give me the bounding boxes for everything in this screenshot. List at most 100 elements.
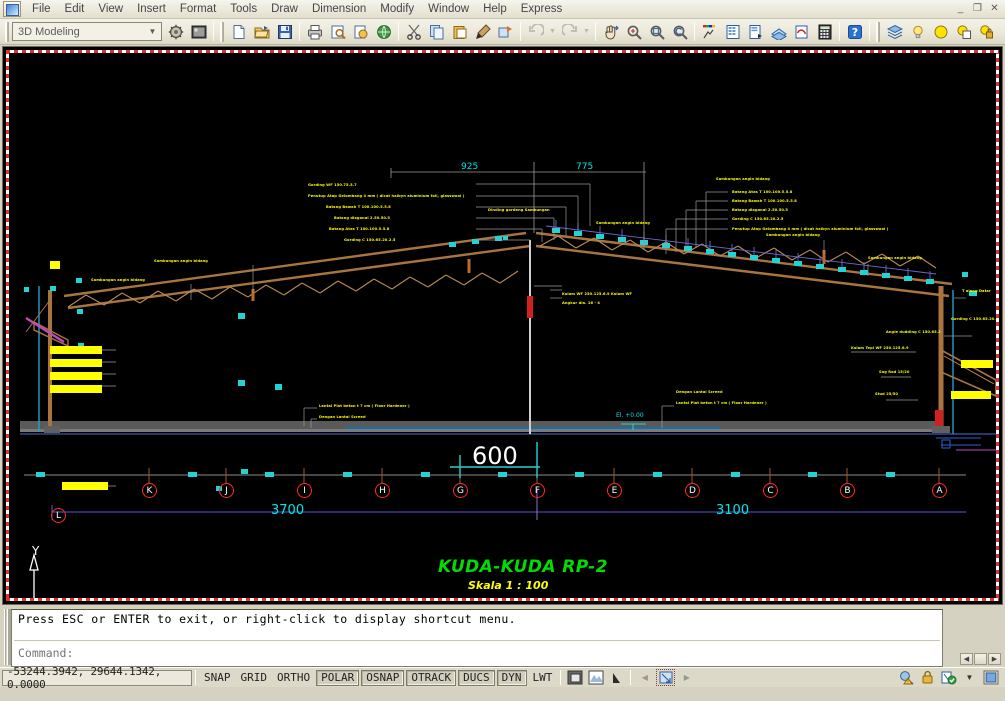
menu-item-draw[interactable]: Draw [264,1,305,17]
menu-item-insert[interactable]: Insert [130,1,173,17]
redo-dropdown-icon[interactable]: ▼ [582,21,591,42]
close-icon[interactable]: ✕ [987,3,1002,16]
communication-center-icon[interactable]: ! [897,669,916,686]
toolbar-separator [213,22,214,41]
model-space-icon[interactable] [565,669,584,686]
menu-item-tools[interactable]: Tools [223,1,264,17]
toolbar-separator-8 [869,22,870,41]
autocad-app-icon[interactable] [3,1,21,17]
command-input[interactable] [16,643,938,663]
layer-on-icon[interactable] [907,21,928,42]
sheet-set-icon[interactable] [768,21,789,42]
command-box[interactable]: Press ESC or ENTER to exit, or right-cli… [11,609,943,667]
matchprop-icon[interactable] [472,21,493,42]
annotation-gording-wf: Gording WF 150.75.5.7 [308,183,357,187]
annotation-kolom-tepi: Kolom Tepi WF 250.125.6.9 [851,346,909,350]
pan-icon[interactable] [600,21,621,42]
markup-set-icon[interactable] [791,21,812,42]
restore-icon[interactable]: ❐ [970,3,985,16]
annotation-gording-c-right: Gording C 150.65.20.2.5 [732,217,784,221]
status-toggle-polar[interactable]: POLAR [316,669,360,686]
scroll-right-icon[interactable]: ▶ [677,669,696,686]
calculator-icon[interactable] [814,21,835,42]
open-icon[interactable] [251,21,272,42]
zoom-window-icon[interactable] [646,21,667,42]
toolbar-grip[interactable] [5,21,9,42]
paste-icon[interactable] [449,21,470,42]
command-scroll-right-icon[interactable]: ▶ [988,653,1001,665]
zoom-previous-icon[interactable] [669,21,690,42]
toolbar-grip-2[interactable] [220,21,224,42]
properties-icon[interactable] [699,21,720,42]
layers-icon[interactable] [884,21,905,42]
plot-icon[interactable] [304,21,325,42]
tool-palettes-icon[interactable] [745,21,766,42]
block-editor-icon[interactable] [495,21,516,42]
help-icon[interactable]: ? [844,21,865,42]
quick-view-layouts-icon[interactable] [586,669,605,686]
plot-preview-icon[interactable] [327,21,348,42]
copy-icon[interactable] [426,21,447,42]
zoom-realtime-icon[interactable] [623,21,644,42]
annotation-batang-atas-left: Batang Atas T 100.100.5.5.8 [329,227,390,231]
command-scroll-left-icon[interactable]: ◀ [960,653,973,665]
manage-xrefs-icon[interactable] [939,669,958,686]
workspace-combo[interactable]: 3D Modeling ▼ [12,22,162,41]
status-toggle-ducs[interactable]: DUCS [458,669,495,686]
command-window-grip[interactable] [4,609,11,665]
drawing-area-wrapper: 925 775 600 3700 3100 El. +0.00 L K J I … [0,45,1005,607]
annotation-scale-icon[interactable] [656,669,676,686]
quick-view-drawings-icon[interactable] [607,669,626,686]
minimize-icon[interactable]: _ [953,3,968,16]
qnew-icon[interactable] [228,21,249,42]
redo-icon[interactable] [559,21,580,42]
status-tray: ! ▼ [896,669,1003,686]
window-controls: _ ❐ ✕ [953,3,1005,16]
menu-item-view[interactable]: View [91,1,130,17]
menu-item-modify[interactable]: Modify [373,1,421,17]
toolbar-grip-3[interactable] [876,21,880,42]
cut-icon[interactable] [403,21,424,42]
status-toggle-otrack[interactable]: OTRACK [406,669,457,686]
svg-text:!: ! [907,680,909,686]
lock-toolbars-icon[interactable] [918,669,937,686]
toolbar-separator-6 [694,22,695,41]
3dprint-icon[interactable] [373,21,394,42]
menu-item-express[interactable]: Express [514,1,570,17]
coordinates-display[interactable]: -53244.3942, 29644.1342, 0.0000 [2,665,192,691]
annotation-batang-atas-right: Batang Atas T 100.100.5.5.8 [732,190,793,194]
status-toggle-dyn[interactable]: DYN [496,669,527,686]
undo-dropdown-icon[interactable]: ▼ [548,21,557,42]
status-toggle-osnap[interactable]: OSNAP [361,669,405,686]
scroll-left-icon[interactable]: ◀ [635,669,654,686]
status-toggle-grid[interactable]: GRID [237,670,272,686]
grid-bubble-label: E [611,485,618,496]
menu-item-edit[interactable]: Edit [58,1,92,17]
drawing-canvas[interactable]: 925 775 600 3700 3100 El. +0.00 L K J I … [2,46,1003,605]
annotation-penutup-atap-left: Penutup Atap Gelombang 4 mm ( dicat halb… [308,194,465,198]
publish-icon[interactable] [350,21,371,42]
menu-item-window[interactable]: Window [421,1,476,17]
layer-lock-icon[interactable] [976,21,997,42]
menu-item-help[interactable]: Help [476,1,514,17]
menu-item-dimension[interactable]: Dimension [305,1,373,17]
save-icon[interactable] [274,21,295,42]
grid-bubble-label: A [936,485,943,496]
workspace-settings-icon[interactable] [165,21,186,42]
workspace-switch-icon[interactable] [188,21,209,42]
designcenter-icon[interactable] [722,21,743,42]
tray-menu-chevron-icon[interactable]: ▼ [960,669,979,686]
command-scroll-thumb[interactable] [974,653,987,665]
layer-viewport-icon[interactable] [953,21,974,42]
clean-screen-icon[interactable] [981,669,1000,686]
drawing-scale: Skala 1 : 100 [468,579,549,592]
status-toggle-lwt[interactable]: LWT [529,670,557,686]
undo-icon[interactable] [525,21,546,42]
grid-bubble-G: G [453,483,468,498]
status-toggle-snap[interactable]: SNAP [200,670,235,686]
layer-freeze-icon[interactable] [930,21,951,42]
menu-item-file[interactable]: File [25,1,58,17]
chevron-down-icon[interactable]: ▼ [145,23,160,40]
status-toggle-ortho[interactable]: ORTHO [273,670,314,686]
menu-item-format[interactable]: Format [173,1,223,17]
